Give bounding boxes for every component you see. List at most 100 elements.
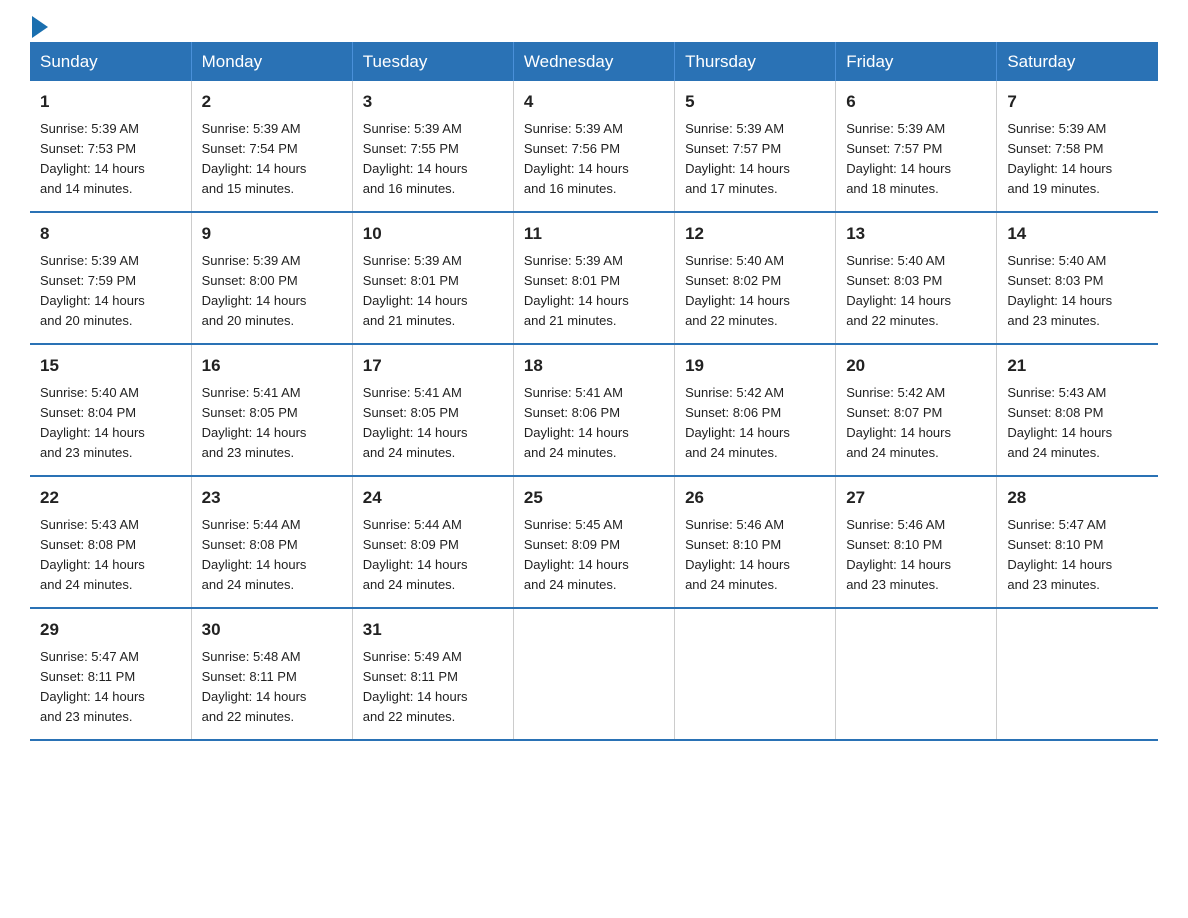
calendar-cell: 16 Sunrise: 5:41 AMSunset: 8:05 PMDayligh… [191,344,352,476]
calendar-cell: 12Sunrise: 5:40 AMSunset: 8:02 PMDayligh… [675,212,836,344]
calendar-cell: 25 Sunrise: 5:45 AMSunset: 8:09 PMDayligh… [513,476,674,608]
day-number: 2 [202,89,342,115]
day-info: Sunrise: 5:49 AMSunset: 8:11 PMDaylight:… [363,647,503,728]
day-info: Sunrise: 5:42 AMSunset: 8:07 PMDaylight:… [846,383,986,464]
day-number: 28 [1007,485,1148,511]
week-row-4: 22 Sunrise: 5:43 AMSunset: 8:08 PMDayligh… [30,476,1158,608]
calendar-cell: 29 Sunrise: 5:47 AMSunset: 8:11 PMDayligh… [30,608,191,740]
calendar-cell: 23 Sunrise: 5:44 AMSunset: 8:08 PMDayligh… [191,476,352,608]
day-info: Sunrise: 5:40 AMSunset: 8:04 PMDaylight:… [40,383,181,464]
calendar-cell: 9 Sunrise: 5:39 AMSunset: 8:00 PMDaylight… [191,212,352,344]
calendar-cell: 4 Sunrise: 5:39 AMSunset: 7:56 PMDaylight… [513,81,674,212]
calendar-cell: 31 Sunrise: 5:49 AMSunset: 8:11 PMDayligh… [352,608,513,740]
calendar-cell: 22 Sunrise: 5:43 AMSunset: 8:08 PMDayligh… [30,476,191,608]
day-info: Sunrise: 5:44 AMSunset: 8:09 PMDaylight:… [363,515,503,596]
calendar-cell: 24 Sunrise: 5:44 AMSunset: 8:09 PMDayligh… [352,476,513,608]
day-number: 3 [363,89,503,115]
day-info: Sunrise: 5:39 AMSunset: 7:57 PMDaylight:… [846,119,986,200]
day-info: Sunrise: 5:47 AMSunset: 8:11 PMDaylight:… [40,647,181,728]
day-number: 29 [40,617,181,643]
calendar-cell: 2Sunrise: 5:39 AMSunset: 7:54 PMDaylight… [191,81,352,212]
day-number: 26 [685,485,825,511]
day-number: 1 [40,89,181,115]
week-row-5: 29 Sunrise: 5:47 AMSunset: 8:11 PMDayligh… [30,608,1158,740]
day-info: Sunrise: 5:39 AMSunset: 7:55 PMDaylight:… [363,119,503,200]
day-info: Sunrise: 5:39 AMSunset: 7:56 PMDaylight:… [524,119,664,200]
day-info: Sunrise: 5:39 AMSunset: 8:01 PMDaylight:… [524,251,664,332]
calendar-cell: 6 Sunrise: 5:39 AMSunset: 7:57 PMDaylight… [836,81,997,212]
weekday-header-wednesday: Wednesday [513,42,674,81]
day-number: 16 [202,353,342,379]
day-number: 31 [363,617,503,643]
day-info: Sunrise: 5:47 AMSunset: 8:10 PMDaylight:… [1007,515,1148,596]
day-number: 4 [524,89,664,115]
calendar-cell: 20 Sunrise: 5:42 AMSunset: 8:07 PMDayligh… [836,344,997,476]
calendar-cell: 18 Sunrise: 5:41 AMSunset: 8:06 PMDayligh… [513,344,674,476]
day-number: 24 [363,485,503,511]
calendar-cell: 27Sunrise: 5:46 AMSunset: 8:10 PMDayligh… [836,476,997,608]
day-number: 25 [524,485,664,511]
day-info: Sunrise: 5:39 AMSunset: 7:59 PMDaylight:… [40,251,181,332]
day-info: Sunrise: 5:43 AMSunset: 8:08 PMDaylight:… [1007,383,1148,464]
day-info: Sunrise: 5:40 AMSunset: 8:03 PMDaylight:… [1007,251,1148,332]
day-info: Sunrise: 5:44 AMSunset: 8:08 PMDaylight:… [202,515,342,596]
weekday-header-sunday: Sunday [30,42,191,81]
calendar-cell: 17 Sunrise: 5:41 AMSunset: 8:05 PMDayligh… [352,344,513,476]
day-number: 5 [685,89,825,115]
day-info: Sunrise: 5:39 AMSunset: 7:57 PMDaylight:… [685,119,825,200]
calendar-cell: 7 Sunrise: 5:39 AMSunset: 7:58 PMDaylight… [997,81,1158,212]
calendar-cell: 21 Sunrise: 5:43 AMSunset: 8:08 PMDayligh… [997,344,1158,476]
day-number: 10 [363,221,503,247]
day-info: Sunrise: 5:42 AMSunset: 8:06 PMDaylight:… [685,383,825,464]
day-number: 12 [685,221,825,247]
day-info: Sunrise: 5:39 AMSunset: 7:53 PMDaylight:… [40,119,181,200]
logo [30,20,48,32]
day-number: 9 [202,221,342,247]
day-number: 6 [846,89,986,115]
day-number: 11 [524,221,664,247]
weekday-header-tuesday: Tuesday [352,42,513,81]
calendar-table: SundayMondayTuesdayWednesdayThursdayFrid… [30,42,1158,741]
day-info: Sunrise: 5:39 AMSunset: 8:01 PMDaylight:… [363,251,503,332]
day-info: Sunrise: 5:41 AMSunset: 8:06 PMDaylight:… [524,383,664,464]
day-info: Sunrise: 5:39 AMSunset: 8:00 PMDaylight:… [202,251,342,332]
day-number: 14 [1007,221,1148,247]
day-number: 20 [846,353,986,379]
day-number: 17 [363,353,503,379]
calendar-cell [836,608,997,740]
day-info: Sunrise: 5:41 AMSunset: 8:05 PMDaylight:… [363,383,503,464]
calendar-cell: 13Sunrise: 5:40 AMSunset: 8:03 PMDayligh… [836,212,997,344]
calendar-cell: 5 Sunrise: 5:39 AMSunset: 7:57 PMDaylight… [675,81,836,212]
week-row-2: 8 Sunrise: 5:39 AMSunset: 7:59 PMDaylight… [30,212,1158,344]
week-row-3: 15 Sunrise: 5:40 AMSunset: 8:04 PMDayligh… [30,344,1158,476]
day-number: 8 [40,221,181,247]
day-info: Sunrise: 5:40 AMSunset: 8:03 PMDaylight:… [846,251,986,332]
day-info: Sunrise: 5:41 AMSunset: 8:05 PMDaylight:… [202,383,342,464]
day-info: Sunrise: 5:48 AMSunset: 8:11 PMDaylight:… [202,647,342,728]
day-info: Sunrise: 5:45 AMSunset: 8:09 PMDaylight:… [524,515,664,596]
calendar-cell: 15 Sunrise: 5:40 AMSunset: 8:04 PMDayligh… [30,344,191,476]
day-info: Sunrise: 5:43 AMSunset: 8:08 PMDaylight:… [40,515,181,596]
weekday-header-saturday: Saturday [997,42,1158,81]
day-number: 7 [1007,89,1148,115]
day-number: 22 [40,485,181,511]
calendar-cell: 14 Sunrise: 5:40 AMSunset: 8:03 PMDayligh… [997,212,1158,344]
day-number: 23 [202,485,342,511]
weekday-header-row: SundayMondayTuesdayWednesdayThursdayFrid… [30,42,1158,81]
day-info: Sunrise: 5:39 AMSunset: 7:58 PMDaylight:… [1007,119,1148,200]
calendar-cell [513,608,674,740]
day-number: 21 [1007,353,1148,379]
week-row-1: 1 Sunrise: 5:39 AMSunset: 7:53 PMDaylight… [30,81,1158,212]
weekday-header-monday: Monday [191,42,352,81]
calendar-cell: 11 Sunrise: 5:39 AMSunset: 8:01 PMDayligh… [513,212,674,344]
calendar-cell: 10 Sunrise: 5:39 AMSunset: 8:01 PMDayligh… [352,212,513,344]
calendar-cell: 26Sunrise: 5:46 AMSunset: 8:10 PMDayligh… [675,476,836,608]
calendar-cell: 8 Sunrise: 5:39 AMSunset: 7:59 PMDaylight… [30,212,191,344]
calendar-cell: 28 Sunrise: 5:47 AMSunset: 8:10 PMDayligh… [997,476,1158,608]
calendar-cell: 19Sunrise: 5:42 AMSunset: 8:06 PMDayligh… [675,344,836,476]
day-number: 15 [40,353,181,379]
day-info: Sunrise: 5:46 AMSunset: 8:10 PMDaylight:… [846,515,986,596]
page-header [30,20,1158,32]
weekday-header-thursday: Thursday [675,42,836,81]
day-number: 18 [524,353,664,379]
